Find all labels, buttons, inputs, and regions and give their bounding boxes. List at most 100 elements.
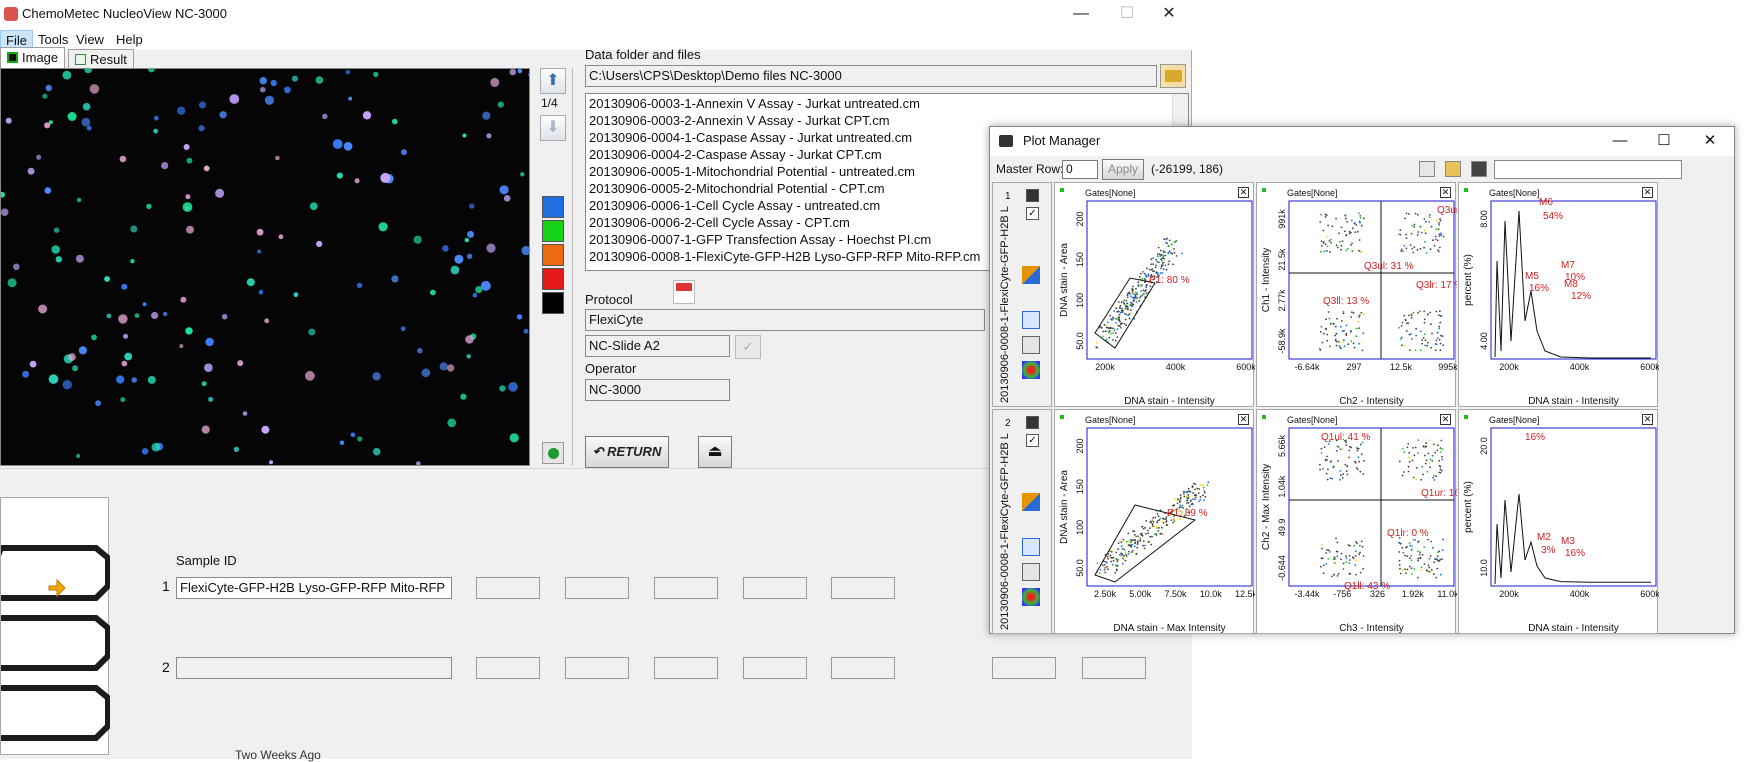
sample-param-box[interactable] bbox=[476, 577, 540, 599]
scatter-point bbox=[1430, 568, 1433, 571]
scatter-point bbox=[1429, 466, 1431, 469]
sample-param-box[interactable] bbox=[565, 657, 629, 679]
scatter-point bbox=[1168, 239, 1171, 242]
return-button[interactable]: ↶ RETURN bbox=[585, 436, 669, 468]
scatter-point bbox=[1442, 235, 1445, 238]
channel-black-swatch[interactable] bbox=[542, 292, 564, 314]
sample-param-box[interactable] bbox=[654, 577, 718, 599]
cell-spot bbox=[75, 254, 84, 263]
close-button[interactable]: ✕ bbox=[1146, 0, 1192, 29]
table-view-icon[interactable] bbox=[1419, 161, 1435, 177]
fluorescence-image[interactable] bbox=[0, 68, 530, 466]
scatter-point bbox=[1125, 308, 1127, 311]
scatter-point bbox=[1159, 249, 1162, 252]
master-row-input[interactable]: 0 bbox=[1062, 160, 1098, 179]
plot-manager-search-input[interactable] bbox=[1494, 160, 1682, 179]
scatter-point bbox=[1441, 458, 1444, 461]
sample-id-input[interactable]: FlexiCyte-GFP-H2B Lyso-GFP-RFP Mito-RFP bbox=[176, 577, 452, 599]
plot-cell[interactable]: Gates[None] ✕ DNA stain - Max Intensity DNA… bbox=[1054, 409, 1255, 634]
pm-maximize-button[interactable]: ☐ bbox=[1642, 127, 1686, 156]
copy-icon[interactable] bbox=[1022, 336, 1040, 354]
scatter-point bbox=[1108, 556, 1111, 559]
sample-param-box[interactable] bbox=[831, 657, 895, 679]
menu-help[interactable]: Help bbox=[111, 30, 148, 49]
region-label: Q1ll: 43 % bbox=[1344, 581, 1390, 592]
sample-param-box[interactable] bbox=[1082, 657, 1146, 679]
protocol-field[interactable]: FlexiCyte bbox=[585, 309, 985, 331]
pdf-icon[interactable] bbox=[673, 280, 695, 304]
operator-field[interactable]: NC-3000 bbox=[585, 379, 730, 401]
scatter-point bbox=[1339, 448, 1342, 451]
scatter-point bbox=[1435, 238, 1437, 241]
region-label: M3 bbox=[1561, 536, 1575, 547]
file-list-item[interactable]: 20130906-0003-1-Annexin V Assay - Jurkat… bbox=[589, 95, 1185, 112]
open-folder-icon[interactable] bbox=[1445, 161, 1461, 177]
apply-button[interactable]: Apply bbox=[1102, 159, 1144, 180]
next-image-button[interactable]: ⬇ bbox=[540, 115, 566, 141]
save-icon[interactable] bbox=[1026, 416, 1039, 429]
sample-param-box[interactable] bbox=[565, 577, 629, 599]
scatter-point bbox=[1197, 492, 1200, 494]
eject-button[interactable]: ⏏ bbox=[698, 436, 732, 468]
scatter-point bbox=[1109, 332, 1112, 335]
menu-view[interactable]: View bbox=[71, 30, 109, 49]
table-icon[interactable] bbox=[1022, 538, 1040, 556]
sample-param-box[interactable] bbox=[476, 657, 540, 679]
sample-param-box[interactable] bbox=[743, 577, 807, 599]
cell-spot bbox=[372, 447, 381, 456]
histogram-plot-icon[interactable] bbox=[1022, 266, 1040, 284]
checkbox[interactable]: ✓ bbox=[1026, 434, 1039, 447]
scatter-point bbox=[1173, 251, 1176, 254]
pm-close-button[interactable]: ✕ bbox=[1688, 127, 1732, 156]
previous-image-button[interactable]: ⬆ bbox=[540, 68, 566, 94]
scatter-point bbox=[1199, 483, 1202, 486]
scatter-point bbox=[1103, 323, 1106, 326]
y-tick-label: 150 bbox=[1075, 252, 1085, 267]
scatter-point bbox=[1354, 335, 1356, 338]
checkbox[interactable]: ✓ bbox=[1026, 207, 1039, 220]
pm-minimize-button[interactable]: — bbox=[1598, 127, 1642, 156]
save-icon[interactable] bbox=[1026, 189, 1039, 202]
scatter-point bbox=[1410, 333, 1412, 335]
scatter-plot-icon[interactable] bbox=[1022, 588, 1040, 606]
cell-spot bbox=[308, 328, 316, 336]
scatter-point bbox=[1355, 224, 1358, 226]
save-icon[interactable] bbox=[1471, 161, 1487, 177]
scatter-point bbox=[1340, 558, 1342, 561]
data-folder-path[interactable]: C:\Users\CPS\Desktop\Demo files NC-3000 bbox=[585, 65, 1157, 87]
channel-red-swatch[interactable] bbox=[542, 268, 564, 290]
scatter-point bbox=[1101, 335, 1104, 338]
slide-confirm-icon[interactable]: ✓ bbox=[735, 335, 761, 359]
scatter-point bbox=[1438, 235, 1441, 238]
sample-param-box[interactable] bbox=[831, 577, 895, 599]
scatter-point bbox=[1189, 491, 1192, 493]
plot-cell[interactable]: Gates[None] ✕ DNA stain - Intensity percent… bbox=[1458, 182, 1659, 407]
copy-icon[interactable] bbox=[1022, 563, 1040, 581]
plot-cell[interactable]: Gates[None] ✕ Ch2 - Intensity Ch1 - Intensi… bbox=[1256, 182, 1457, 407]
channel-orange-swatch[interactable] bbox=[542, 244, 564, 266]
histogram-plot-icon[interactable] bbox=[1022, 493, 1040, 511]
minimize-button[interactable]: — bbox=[1058, 0, 1104, 29]
sample-param-box[interactable] bbox=[992, 657, 1056, 679]
channel-blue-swatch[interactable] bbox=[542, 196, 564, 218]
tab-result[interactable]: Result bbox=[68, 49, 134, 69]
scatter-plot-icon[interactable] bbox=[1022, 361, 1040, 379]
plot-cell[interactable]: Gates[None] ✕ DNA stain - Intensity percent… bbox=[1458, 409, 1659, 634]
tab-image[interactable]: Image bbox=[0, 47, 66, 69]
slide-field[interactable]: NC-Slide A2 bbox=[585, 335, 730, 357]
plot-cell[interactable]: Gates[None] ✕ Ch3 - Intensity Ch2 - Max Int… bbox=[1256, 409, 1457, 634]
table-icon[interactable] bbox=[1022, 311, 1040, 329]
scatter-point bbox=[1167, 244, 1170, 247]
maximize-button[interactable]: ☐ bbox=[1104, 0, 1150, 29]
browse-folder-button[interactable] bbox=[1160, 64, 1186, 88]
plot-cell[interactable]: Gates[None] ✕ DNA stain - Intensity DNA sta… bbox=[1054, 182, 1255, 407]
scatter-point bbox=[1322, 572, 1325, 575]
x-tick-label: 12.5k bbox=[1390, 362, 1413, 372]
channel-green-swatch[interactable] bbox=[542, 220, 564, 242]
sample-id-input[interactable] bbox=[176, 657, 452, 679]
sample-param-box[interactable] bbox=[743, 657, 807, 679]
scatter-point bbox=[1349, 544, 1351, 547]
x-tick-label: 400k bbox=[1570, 589, 1590, 599]
cell-spot bbox=[466, 253, 473, 259]
sample-param-box[interactable] bbox=[654, 657, 718, 679]
